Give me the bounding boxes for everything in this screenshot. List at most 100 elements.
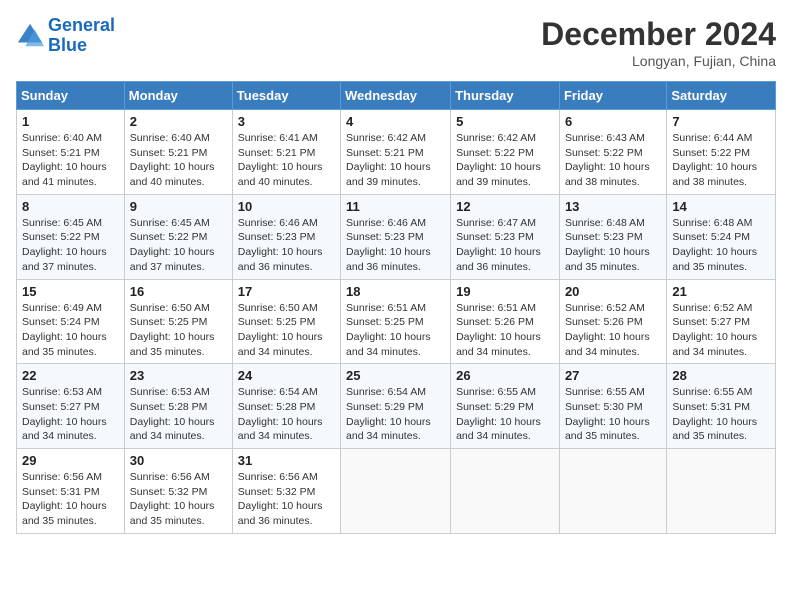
weekday-header-row: SundayMondayTuesdayWednesdayThursdayFrid… bbox=[17, 82, 776, 110]
calendar-cell: 20Sunrise: 6:52 AM Sunset: 5:26 PM Dayli… bbox=[559, 279, 666, 364]
week-row-4: 22 Sunrise: 6:53 AM Sunset: 5:27 PM Dayli… bbox=[17, 364, 776, 449]
day-info: Sunrise: 6:49 AM Sunset: 5:24 PM Dayligh… bbox=[22, 301, 119, 360]
day-info: Sunrise: 6:55 AM Sunset: 5:29 PM Dayligh… bbox=[456, 385, 554, 444]
calendar-cell bbox=[667, 449, 776, 534]
calendar-cell bbox=[451, 449, 560, 534]
page-header: General Blue December 2024 Longyan, Fuji… bbox=[16, 16, 776, 69]
calendar-cell: 5 Sunrise: 6:42 AM Sunset: 5:22 PM Daylig… bbox=[451, 110, 560, 195]
weekday-header-thursday: Thursday bbox=[451, 82, 560, 110]
logo-icon bbox=[16, 22, 44, 50]
calendar-cell: 21 Sunrise: 6:52 AM Sunset: 5:27 PM Dayli… bbox=[667, 279, 776, 364]
calendar-cell: 14 Sunrise: 6:48 AM Sunset: 5:24 PM Dayli… bbox=[667, 194, 776, 279]
day-number: 22 bbox=[22, 368, 119, 383]
logo: General Blue bbox=[16, 16, 115, 56]
calendar-cell: 16Sunrise: 6:50 AM Sunset: 5:25 PM Dayli… bbox=[124, 279, 232, 364]
weekday-header-monday: Monday bbox=[124, 82, 232, 110]
day-info: Sunrise: 6:46 AM Sunset: 5:23 PM Dayligh… bbox=[238, 216, 335, 275]
day-info: Sunrise: 6:54 AM Sunset: 5:29 PM Dayligh… bbox=[346, 385, 445, 444]
day-number: 27 bbox=[565, 368, 661, 383]
calendar-cell: 22 Sunrise: 6:53 AM Sunset: 5:27 PM Dayli… bbox=[17, 364, 125, 449]
calendar-cell: 27 Sunrise: 6:55 AM Sunset: 5:30 PM Dayli… bbox=[559, 364, 666, 449]
day-info: Sunrise: 6:42 AM Sunset: 5:22 PM Dayligh… bbox=[456, 131, 554, 190]
calendar-cell: 29 Sunrise: 6:56 AM Sunset: 5:31 PM Dayli… bbox=[17, 449, 125, 534]
day-number: 5 bbox=[456, 114, 554, 129]
day-number: 8 bbox=[22, 199, 119, 214]
day-number: 10 bbox=[238, 199, 335, 214]
calendar-cell: 4 Sunrise: 6:42 AM Sunset: 5:21 PM Daylig… bbox=[341, 110, 451, 195]
calendar-cell: 18 Sunrise: 6:51 AM Sunset: 5:25 PM Dayli… bbox=[341, 279, 451, 364]
day-number: 25 bbox=[346, 368, 445, 383]
calendar-cell: 11 Sunrise: 6:46 AM Sunset: 5:23 PM Dayli… bbox=[341, 194, 451, 279]
day-info: Sunrise: 6:56 AM Sunset: 5:31 PM Dayligh… bbox=[22, 470, 119, 529]
day-info: Sunrise: 6:47 AM Sunset: 5:23 PM Dayligh… bbox=[456, 216, 554, 275]
day-number: 19 bbox=[456, 284, 554, 299]
weekday-header-tuesday: Tuesday bbox=[232, 82, 340, 110]
calendar-cell: 24 Sunrise: 6:54 AM Sunset: 5:28 PM Dayli… bbox=[232, 364, 340, 449]
day-number: 26 bbox=[456, 368, 554, 383]
week-row-3: 15 Sunrise: 6:49 AM Sunset: 5:24 PM Dayli… bbox=[17, 279, 776, 364]
calendar-cell bbox=[559, 449, 666, 534]
day-info: Sunrise: 6:46 AM Sunset: 5:23 PM Dayligh… bbox=[346, 216, 445, 275]
calendar-cell: 28 Sunrise: 6:55 AM Sunset: 5:31 PM Dayli… bbox=[667, 364, 776, 449]
week-row-5: 29 Sunrise: 6:56 AM Sunset: 5:31 PM Dayli… bbox=[17, 449, 776, 534]
calendar-cell: 6Sunrise: 6:43 AM Sunset: 5:22 PM Daylig… bbox=[559, 110, 666, 195]
day-number: 30 bbox=[130, 453, 227, 468]
day-info: Sunrise: 6:45 AM Sunset: 5:22 PM Dayligh… bbox=[22, 216, 119, 275]
location: Longyan, Fujian, China bbox=[541, 53, 776, 69]
calendar-cell: 17 Sunrise: 6:50 AM Sunset: 5:25 PM Dayli… bbox=[232, 279, 340, 364]
logo-text: General Blue bbox=[48, 16, 115, 56]
weekday-header-saturday: Saturday bbox=[667, 82, 776, 110]
title-area: December 2024 Longyan, Fujian, China bbox=[541, 16, 776, 69]
day-info: Sunrise: 6:51 AM Sunset: 5:25 PM Dayligh… bbox=[346, 301, 445, 360]
day-number: 21 bbox=[672, 284, 770, 299]
day-info: Sunrise: 6:50 AM Sunset: 5:25 PM Dayligh… bbox=[238, 301, 335, 360]
calendar-cell: 2Sunrise: 6:40 AM Sunset: 5:21 PM Daylig… bbox=[124, 110, 232, 195]
day-number: 1 bbox=[22, 114, 119, 129]
day-number: 28 bbox=[672, 368, 770, 383]
day-number: 7 bbox=[672, 114, 770, 129]
calendar-cell: 12 Sunrise: 6:47 AM Sunset: 5:23 PM Dayli… bbox=[451, 194, 560, 279]
day-info: Sunrise: 6:51 AM Sunset: 5:26 PM Dayligh… bbox=[456, 301, 554, 360]
calendar-cell: 1Sunrise: 6:40 AM Sunset: 5:21 PM Daylig… bbox=[17, 110, 125, 195]
day-number: 17 bbox=[238, 284, 335, 299]
day-info: Sunrise: 6:44 AM Sunset: 5:22 PM Dayligh… bbox=[672, 131, 770, 190]
weekday-header-friday: Friday bbox=[559, 82, 666, 110]
calendar-cell: 26 Sunrise: 6:55 AM Sunset: 5:29 PM Dayli… bbox=[451, 364, 560, 449]
day-number: 16 bbox=[130, 284, 227, 299]
day-info: Sunrise: 6:42 AM Sunset: 5:21 PM Dayligh… bbox=[346, 131, 445, 190]
day-number: 9 bbox=[130, 199, 227, 214]
week-row-1: 1 Sunrise: 6:40 AM Sunset: 5:21 PM Daylig… bbox=[17, 110, 776, 195]
week-row-2: 8 Sunrise: 6:45 AM Sunset: 5:22 PM Daylig… bbox=[17, 194, 776, 279]
day-info: Sunrise: 6:48 AM Sunset: 5:24 PM Dayligh… bbox=[672, 216, 770, 275]
weekday-header-wednesday: Wednesday bbox=[341, 82, 451, 110]
day-number: 12 bbox=[456, 199, 554, 214]
day-number: 3 bbox=[238, 114, 335, 129]
day-number: 13 bbox=[565, 199, 661, 214]
day-info: Sunrise: 6:53 AM Sunset: 5:27 PM Dayligh… bbox=[22, 385, 119, 444]
day-number: 18 bbox=[346, 284, 445, 299]
day-number: 15 bbox=[22, 284, 119, 299]
day-info: Sunrise: 6:53 AM Sunset: 5:28 PM Dayligh… bbox=[130, 385, 227, 444]
calendar-cell: 8 Sunrise: 6:45 AM Sunset: 5:22 PM Daylig… bbox=[17, 194, 125, 279]
day-number: 24 bbox=[238, 368, 335, 383]
calendar-cell: 30 Sunrise: 6:56 AM Sunset: 5:32 PM Dayli… bbox=[124, 449, 232, 534]
calendar-cell: 25 Sunrise: 6:54 AM Sunset: 5:29 PM Dayli… bbox=[341, 364, 451, 449]
day-number: 6 bbox=[565, 114, 661, 129]
day-number: 29 bbox=[22, 453, 119, 468]
day-info: Sunrise: 6:56 AM Sunset: 5:32 PM Dayligh… bbox=[130, 470, 227, 529]
day-info: Sunrise: 6:56 AM Sunset: 5:32 PM Dayligh… bbox=[238, 470, 335, 529]
day-number: 14 bbox=[672, 199, 770, 214]
calendar-cell: 19 Sunrise: 6:51 AM Sunset: 5:26 PM Dayli… bbox=[451, 279, 560, 364]
day-number: 4 bbox=[346, 114, 445, 129]
calendar-cell: 31Sunrise: 6:56 AM Sunset: 5:32 PM Dayli… bbox=[232, 449, 340, 534]
calendar-cell: 3Sunrise: 6:41 AM Sunset: 5:21 PM Daylig… bbox=[232, 110, 340, 195]
day-info: Sunrise: 6:54 AM Sunset: 5:28 PM Dayligh… bbox=[238, 385, 335, 444]
day-info: Sunrise: 6:52 AM Sunset: 5:27 PM Dayligh… bbox=[672, 301, 770, 360]
day-info: Sunrise: 6:40 AM Sunset: 5:21 PM Dayligh… bbox=[130, 131, 227, 190]
day-number: 20 bbox=[565, 284, 661, 299]
day-number: 11 bbox=[346, 199, 445, 214]
day-info: Sunrise: 6:55 AM Sunset: 5:30 PM Dayligh… bbox=[565, 385, 661, 444]
day-info: Sunrise: 6:55 AM Sunset: 5:31 PM Dayligh… bbox=[672, 385, 770, 444]
calendar-cell: 23Sunrise: 6:53 AM Sunset: 5:28 PM Dayli… bbox=[124, 364, 232, 449]
weekday-header-sunday: Sunday bbox=[17, 82, 125, 110]
